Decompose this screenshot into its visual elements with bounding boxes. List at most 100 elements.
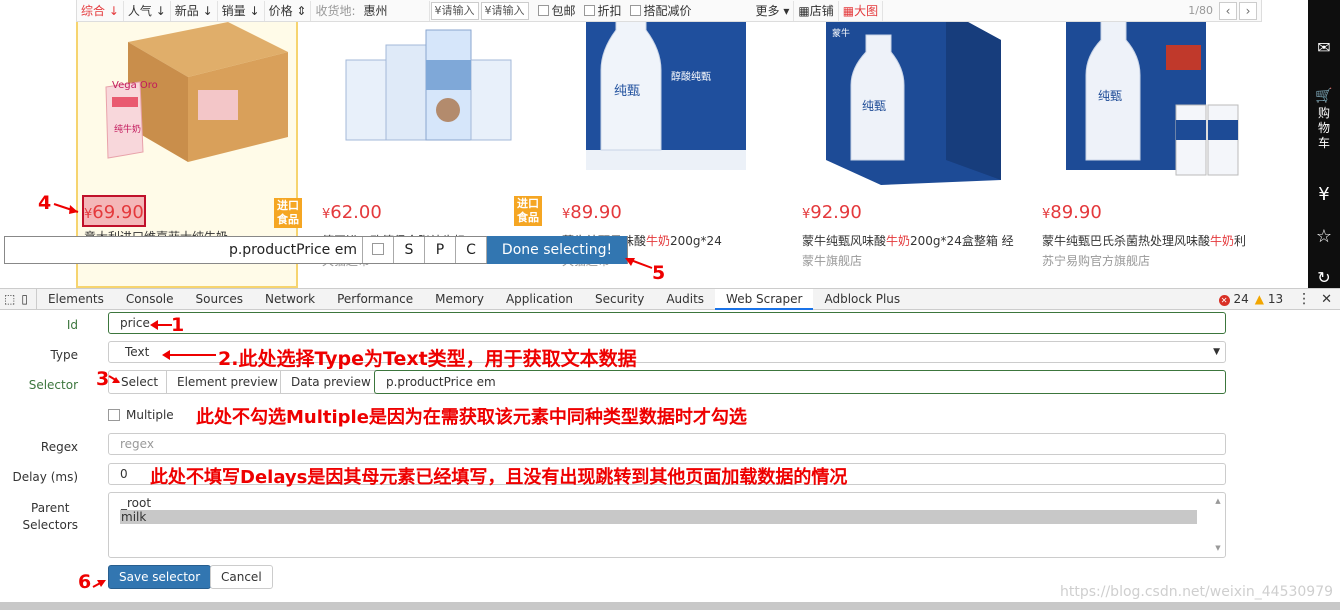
type-label: Type — [50, 348, 78, 362]
parent-option-milk[interactable]: milk — [120, 510, 1197, 524]
product-image-5[interactable]: 纯甄 — [1046, 0, 1248, 190]
annotation-arrow-4 — [53, 203, 79, 214]
cart-entry[interactable]: 🛒 购物车 — [1308, 88, 1340, 151]
dapei-checkbox[interactable] — [629, 4, 641, 16]
bigimg-icon: ▦ — [842, 3, 855, 18]
annotation-num-6: 6 — [78, 571, 92, 593]
select-parent-button[interactable]: P — [425, 237, 456, 263]
devtools-menu-icon[interactable]: ⋮ — [1297, 291, 1311, 307]
annotation-num-4: 4 — [38, 192, 52, 214]
import-badge-2: 进口食品 — [514, 196, 542, 226]
save-selector-button[interactable]: Save selector — [108, 565, 212, 589]
product-image-3[interactable]: 纯甄 醇酸纯甄 — [566, 0, 768, 190]
product-title-5[interactable]: 蒙牛纯甄巴氏杀菌热处理风味酸牛奶利 — [1042, 232, 1254, 249]
cancel-button[interactable]: Cancel — [210, 565, 273, 589]
location-label: 收货地: — [315, 3, 356, 18]
warning-icon: ▲ — [1254, 292, 1264, 306]
more-filters[interactable]: 更多 ▾ — [752, 0, 795, 21]
chunzhen-text-5: 纯甄 — [1098, 89, 1122, 103]
chunzhen-text-4: 纯甄 — [862, 99, 886, 113]
sort-jiage[interactable]: 价格 ⇕ — [265, 0, 312, 21]
filter-dapei[interactable]: 搭配减价 — [626, 1, 752, 21]
tab-memory[interactable]: Memory — [424, 289, 495, 310]
multiple-option[interactable]: Multiple — [108, 408, 174, 422]
annotation-multiple-note: 此处不勾选Multiple是因为在需获取该元素中同种类型数据时才勾选 — [196, 407, 747, 428]
product-title-4[interactable]: 蒙牛纯甄风味酸牛奶200g*24盒整箱 经 — [802, 232, 1014, 249]
device-toolbar-icon[interactable]: ▯ — [19, 288, 37, 310]
product-price-5[interactable]: ¥89.90 — [1042, 202, 1102, 223]
price-min-input[interactable]: ¥请输入 — [430, 1, 479, 20]
baoyou-checkbox[interactable] — [537, 4, 549, 16]
product-shop-4[interactable]: 蒙牛旗舰店 — [802, 252, 862, 269]
tab-network[interactable]: Network — [254, 289, 326, 310]
error-icon: ✕ — [1218, 295, 1230, 306]
tab-application[interactable]: Application — [495, 289, 584, 310]
product-card-5[interactable]: 纯甄 ¥89.90 蒙牛纯甄巴氏杀菌热处理风味酸牛奶利 苏宁易购官方旗舰店 — [1036, 0, 1258, 288]
product-shop-5[interactable]: 苏宁易购官方旗舰店 — [1042, 252, 1150, 269]
tab-adblock-plus[interactable]: Adblock Plus — [813, 289, 911, 310]
product-image-2[interactable] — [326, 0, 528, 190]
next-page-button[interactable]: › — [1239, 1, 1257, 20]
parent-option-root[interactable]: _root — [121, 496, 1197, 510]
product-price-4[interactable]: ¥92.90 — [802, 202, 862, 223]
data-preview-button[interactable]: Data preview — [280, 370, 382, 394]
parent-selectors-label: Parent Selectors — [22, 501, 78, 532]
error-count[interactable]: ✕ 24 — [1218, 292, 1249, 306]
filter-baoyou[interactable]: 包邮 — [534, 1, 580, 21]
annotation-num-1: 1 — [171, 314, 185, 336]
location-select[interactable]: 惠州 — [360, 0, 430, 21]
annotation-arrow-5 — [625, 258, 653, 269]
element-preview-button[interactable]: Element preview — [166, 370, 289, 394]
selector-label: Selector — [28, 378, 78, 392]
mail-icon[interactable]: ✉ — [1308, 38, 1340, 57]
vega-carton-text: 纯牛奶 — [114, 123, 141, 135]
product-price-2[interactable]: ¥62.00 — [322, 202, 382, 223]
view-bigimg-toggle[interactable]: ▦大图 — [839, 0, 884, 21]
list-scrollbar[interactable]: ▲ ▼ — [1211, 493, 1225, 557]
inspect-element-icon[interactable]: ⬚ — [0, 289, 19, 310]
yen-icon[interactable]: ¥ — [1308, 184, 1340, 205]
product-price-3[interactable]: ¥89.90 — [562, 202, 622, 223]
sort-xiaoliang[interactable]: 销量 ↓ — [218, 0, 265, 21]
horizontal-scrollbar[interactable] — [0, 602, 1340, 610]
warning-count[interactable]: ▲ 13 — [1255, 292, 1283, 306]
multiple-checkbox[interactable] — [108, 409, 120, 421]
id-input[interactable]: price — [108, 312, 1226, 334]
annotation-arrow-3 — [108, 375, 120, 383]
devtools-close-icon[interactable]: ✕ — [1321, 292, 1332, 307]
tab-elements[interactable]: Elements — [37, 289, 115, 310]
refresh-icon[interactable]: ↻ — [1308, 268, 1340, 287]
sort-xinpin[interactable]: 新品 ↓ — [171, 0, 218, 21]
delay-label: Delay (ms) — [12, 470, 78, 484]
prev-page-button[interactable]: ‹ — [1219, 1, 1237, 20]
filter-bar: 综合 ↓ 人气 ↓ 新品 ↓ 销量 ↓ 价格 ⇕ 收货地: 惠州 ¥请输入 ¥请… — [76, 0, 1262, 22]
vega-brand-text: Vega Oro — [112, 80, 158, 91]
star-icon[interactable]: ☆ — [1308, 226, 1340, 247]
selector-input[interactable]: p.productPrice em — [374, 370, 1226, 394]
tab-web-scraper[interactable]: Web Scraper — [715, 288, 814, 310]
regex-label: Regex — [40, 440, 78, 454]
tab-sources[interactable]: Sources — [185, 289, 254, 310]
done-selecting-button[interactable]: Done selecting! — [487, 235, 627, 264]
tab-audits[interactable]: Audits — [655, 289, 715, 310]
right-toolbar: ✉ 🛒 购物车 ¥ ☆ ↻ — [1308, 0, 1340, 288]
product-image-1[interactable]: Vega Oro 纯牛奶 — [88, 2, 290, 192]
product-image-4[interactable]: 纯甄 蒙牛 — [806, 0, 1008, 190]
zhekou-checkbox[interactable] — [583, 4, 595, 16]
tab-performance[interactable]: Performance — [326, 289, 424, 310]
tab-security[interactable]: Security — [584, 289, 655, 310]
price-max-input[interactable]: ¥请输入 — [480, 1, 529, 20]
sort-zonghe[interactable]: 综合 ↓ — [77, 0, 124, 21]
sort-renqi[interactable]: 人气 ↓ — [124, 0, 171, 21]
import-badge-1: 进口食品 — [274, 198, 302, 228]
multi-select-checkbox[interactable] — [363, 237, 394, 263]
product-card-4[interactable]: 纯甄 蒙牛 ¥92.90 蒙牛纯甄风味酸牛奶200g*24盒整箱 经 蒙牛旗舰店 — [796, 0, 1018, 288]
view-shop-toggle[interactable]: ▦店铺 — [794, 0, 839, 21]
tab-console[interactable]: Console — [115, 289, 185, 310]
product-price-1[interactable]: ¥69.90 — [84, 202, 144, 223]
regex-input[interactable]: regex — [108, 433, 1226, 455]
filter-zhekou[interactable]: 折扣 — [580, 1, 626, 21]
parent-selectors-list[interactable]: _root milk ▲ ▼ — [108, 492, 1226, 558]
select-sibling-button[interactable]: S — [394, 237, 425, 263]
select-child-button[interactable]: C — [456, 237, 487, 263]
